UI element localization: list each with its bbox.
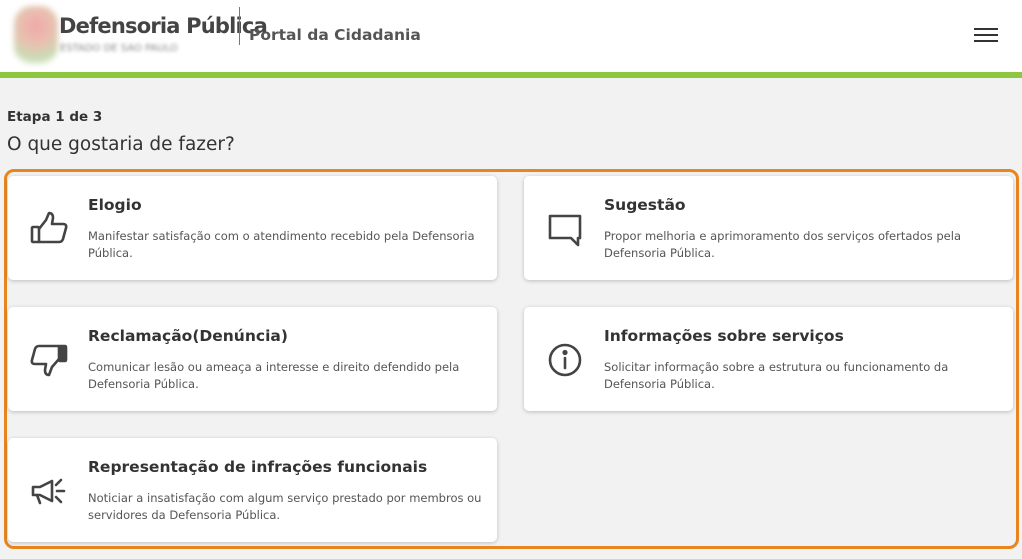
hamburger-menu-icon[interactable] xyxy=(970,24,1002,46)
option-title: Elogio xyxy=(88,196,142,214)
option-description: Noticiar a insatisfação com algum serviç… xyxy=(88,491,482,522)
logo-emblem xyxy=(14,6,58,64)
option-title: Reclamação(Denúncia) xyxy=(88,327,288,345)
option-card-elogio[interactable]: Elogio Manifestar satisfação com o atend… xyxy=(8,176,497,280)
option-card-informacoes[interactable]: Informações sobre serviços Solicitar inf… xyxy=(524,307,1013,411)
option-description: Comunicar lesão ou ameaça a interesse e … xyxy=(88,360,460,391)
header-accent-bar xyxy=(0,72,1022,78)
step-label: Etapa 1 de 3 xyxy=(7,109,103,125)
thumbs-down-icon xyxy=(28,339,70,381)
option-card-representacao[interactable]: Representação de infrações funcionais No… xyxy=(8,438,497,542)
option-description: Solicitar informação sobre a estrutura o… xyxy=(604,360,949,391)
option-description: Propor melhoria e aprimoramento dos serv… xyxy=(604,229,961,260)
info-icon xyxy=(544,339,586,381)
megaphone-icon xyxy=(28,470,70,512)
option-title: Representação de infrações funcionais xyxy=(88,458,428,476)
option-title: Sugestão xyxy=(604,196,686,214)
logo-title: Defensoria Pública xyxy=(59,14,268,38)
logo-divider xyxy=(239,7,240,45)
option-card-reclamacao[interactable]: Reclamação(Denúncia) Comunicar lesão ou … xyxy=(8,307,497,411)
portal-title: Portal da Cidadania xyxy=(249,26,421,44)
logo-subtitle: ESTADO DE SÃO PAULO xyxy=(60,43,178,54)
option-title: Informações sobre serviços xyxy=(604,327,844,345)
header: Defensoria Pública ESTADO DE SÃO PAULO P… xyxy=(0,0,1022,72)
option-description: Manifestar satisfação com o atendimento … xyxy=(88,229,475,260)
page-question: O que gostaria de fazer? xyxy=(7,134,235,155)
chat-bubble-icon xyxy=(544,208,586,250)
option-card-sugestao[interactable]: Sugestão Propor melhoria e aprimoramento… xyxy=(524,176,1013,280)
thumbs-up-icon xyxy=(28,208,70,250)
